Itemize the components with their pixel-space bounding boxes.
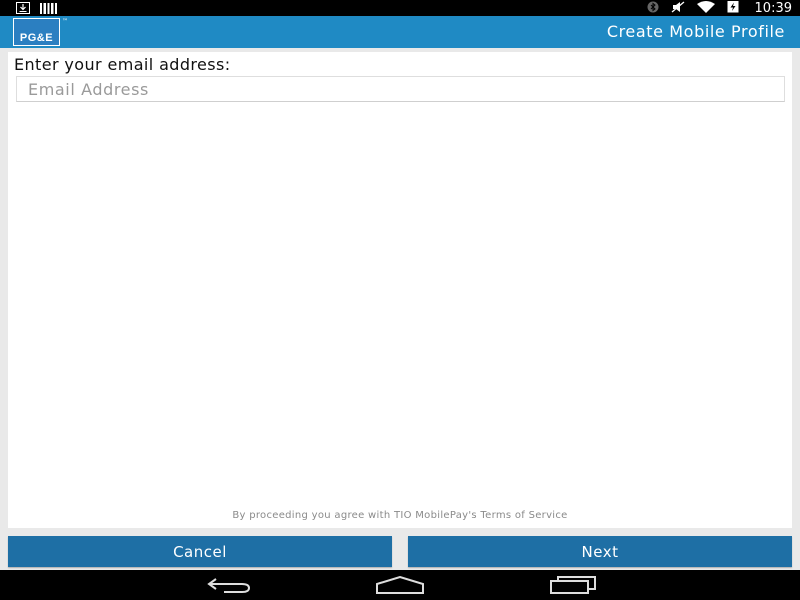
email-field[interactable] — [16, 76, 785, 102]
form-card: Enter your email address: By proceeding … — [8, 52, 792, 528]
home-icon[interactable] — [376, 575, 424, 598]
pge-logo: PG&E — [13, 18, 60, 46]
wifi-icon — [696, 0, 715, 16]
terms-of-service-text: By proceeding you agree with TIO MobileP… — [232, 510, 568, 521]
next-button[interactable]: Next — [408, 536, 792, 567]
recents-icon[interactable] — [550, 576, 596, 598]
status-bar: 10:39 — [0, 0, 800, 16]
logo-text: PG&E — [19, 32, 54, 44]
email-prompt-label: Enter your email address: — [14, 55, 231, 74]
download-icon — [16, 2, 30, 17]
system-nav-bar — [0, 570, 800, 600]
bluetooth-icon — [647, 1, 659, 16]
app-bar: PG&E ™ Create Mobile Profile — [0, 16, 800, 48]
barcode-icon — [40, 2, 58, 17]
back-icon[interactable] — [206, 576, 252, 598]
battery-charging-icon — [727, 0, 739, 16]
logo-trademark: ™ — [62, 18, 68, 25]
status-time: 10:39 — [754, 0, 792, 16]
cancel-button[interactable]: Cancel — [8, 536, 392, 567]
page-title: Create Mobile Profile — [606, 22, 785, 41]
mute-icon — [671, 1, 685, 16]
